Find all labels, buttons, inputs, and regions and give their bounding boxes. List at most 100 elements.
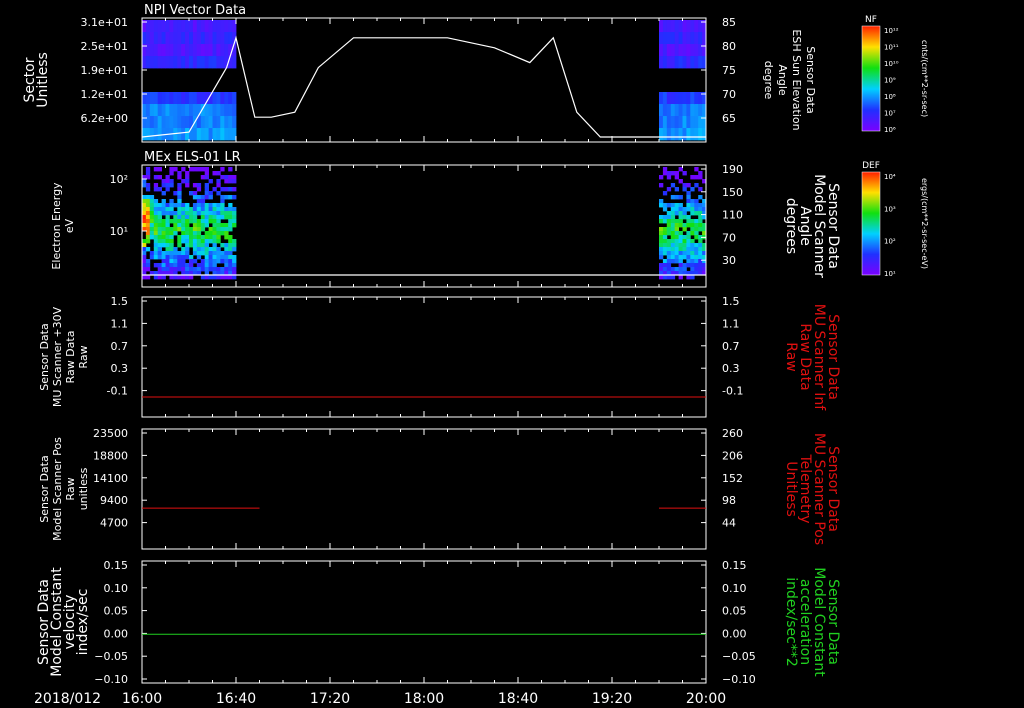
heatmap-cell [666,175,672,180]
heatmap-cell [694,251,699,256]
heatmap-cell [690,239,695,244]
heatmap-cell [204,183,209,188]
heatmap-cell [200,44,206,57]
heatmap-cell [232,239,237,244]
heatmap-cell [185,56,190,69]
heatmap-cell [224,207,229,212]
heatmap-cell [678,259,683,264]
heatmap-cell [224,175,229,180]
heatmap-cell [204,44,209,57]
heatmap-cell [204,207,209,212]
heatmap-cell [208,251,213,256]
heatmap-cell [145,207,151,212]
left-tick-label: 1.9e+01 [81,64,128,77]
heatmap-cell [161,239,166,244]
heatmap-cell [212,267,217,272]
heatmap-cell [216,251,221,256]
heatmap-cell [169,171,174,176]
heatmap-cell [185,203,190,208]
heatmap-cell [666,239,672,244]
heatmap-cell [690,275,695,280]
heatmap-cell [181,263,186,268]
heatmap-cell [216,207,221,212]
heatmap-cell [142,267,147,272]
right-tick-label: 0.15 [722,559,747,572]
heatmap-cell [690,247,695,252]
left-axis-label-line: Model Scanner Pos [51,437,64,541]
heatmap-cell [181,179,186,184]
heatmap-cell [165,20,170,33]
heatmap-cell [200,92,206,105]
heatmap-cell [674,116,679,129]
heatmap-cell [173,223,178,228]
heatmap-cell [196,219,202,224]
heatmap-cell [173,20,178,33]
heatmap-cell [662,231,668,236]
heatmap-cell [220,207,225,212]
heatmap-cell [149,44,155,57]
heatmap-cell [670,211,676,216]
heatmap-cell [157,92,162,105]
heatmap-cell [153,32,159,45]
heatmap-cell [157,104,162,117]
heatmap-cell [228,247,233,252]
heatmap-cell [185,44,190,57]
heatmap-cell [149,128,155,141]
heatmap-cell [666,32,672,45]
heatmap-cell [686,183,691,188]
left-tick-label: 18800 [93,449,128,462]
heatmap-cell [169,56,174,69]
heatmap-cell [694,207,699,212]
heatmap-cell [690,219,695,224]
heatmap-cell [670,207,676,212]
heatmap-cell [659,199,664,204]
heatmap-cell [212,20,217,33]
colorbar-tick: 10¹¹ [884,44,899,52]
heatmap-cell [666,171,672,176]
panel-frame [141,428,707,550]
heatmap-cell [224,104,229,117]
heatmap-cell [698,171,703,176]
heatmap-cell [678,116,683,129]
heatmap-cell [196,267,202,272]
heatmap-cell [212,263,217,268]
heatmap-cell [200,227,206,232]
heatmap-cell [220,116,225,129]
heatmap-cell [169,235,174,240]
heatmap-cell [228,32,233,45]
heatmap-cell [208,195,213,200]
right-axis-label: Sensor DataMU Scanner PosTelemetryUnitle… [783,433,841,545]
heatmap-cell [690,44,695,57]
heatmap-cell [173,251,178,256]
heatmap-cell [142,219,147,224]
heatmap-cell [698,187,703,192]
heatmap-cell [145,195,151,200]
panel-frame [141,296,707,418]
heatmap-cell [232,247,237,252]
heatmap-cell [220,187,225,192]
colorbar-gradient [861,171,881,276]
heatmap-cell [216,183,221,188]
heatmap-cell [189,235,194,240]
heatmap-cell [192,259,198,264]
heatmap-cell [208,211,213,216]
heatmap-cell [659,44,664,57]
heatmap-cell [157,223,162,228]
heatmap-cell [177,191,182,196]
heatmap-cell [662,116,668,129]
right-tick-label: 1.1 [722,317,740,330]
heatmap-cell [165,179,170,184]
heatmap-cell [662,20,668,33]
heatmap-cell [670,251,676,256]
heatmap-cell [694,20,699,33]
heatmap-cell [157,275,162,280]
heatmap-cell [674,187,679,192]
heatmap-cell [232,116,237,129]
heatmap-cell [145,219,151,224]
right-tick-label: 152 [722,472,743,485]
heatmap-cell [189,167,194,172]
heatmap-cell [185,243,190,248]
heatmap-cell [200,195,206,200]
heatmap-cell [196,251,202,256]
heatmap-cell [189,263,194,268]
